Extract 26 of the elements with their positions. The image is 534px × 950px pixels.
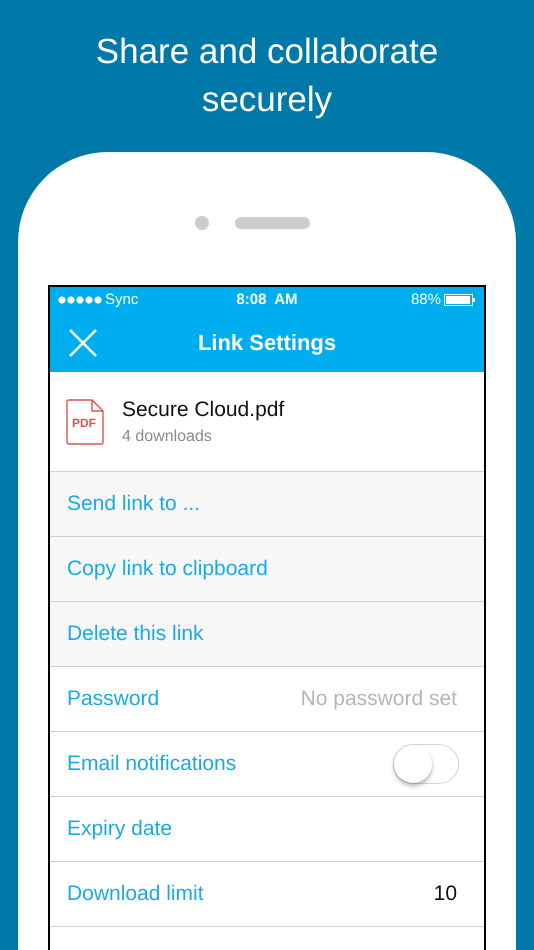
close-icon: [68, 328, 98, 358]
row-label: Email notifications: [67, 751, 236, 778]
file-name: Secure Cloud.pdf: [122, 396, 284, 423]
row-label: Delete this link: [67, 621, 204, 648]
row-label: Download limit: [67, 881, 204, 908]
download-count: 4 downloads: [122, 427, 213, 448]
nav-title: Link Settings: [196, 329, 338, 357]
row-label: Password: [67, 686, 160, 712]
carrier-text: Sync: [105, 290, 138, 310]
row-label: Copy link to clipboard: [67, 556, 268, 582]
camera-icon: [194, 216, 208, 230]
action-row[interactable]: Send link to ...: [50, 472, 484, 537]
action-row[interactable]: Copy link to clipboard: [50, 537, 484, 602]
battery-text: 88%: [410, 290, 441, 310]
row-label: Send link to ...: [67, 491, 200, 518]
close-button[interactable]: [68, 326, 100, 358]
status-time: 8:08 AM: [236, 290, 298, 310]
row-value: 10: [434, 881, 458, 908]
row-label: Expiry date: [67, 816, 172, 842]
signal-icon: [58, 296, 102, 304]
row-value: No password set: [300, 686, 458, 712]
action-row[interactable]: Delete this link: [50, 602, 484, 667]
speaker-icon: [234, 217, 310, 229]
headline: Share and collaborate securely: [94, 31, 440, 121]
battery-icon: [444, 294, 476, 306]
toggle-switch[interactable]: [393, 744, 459, 784]
